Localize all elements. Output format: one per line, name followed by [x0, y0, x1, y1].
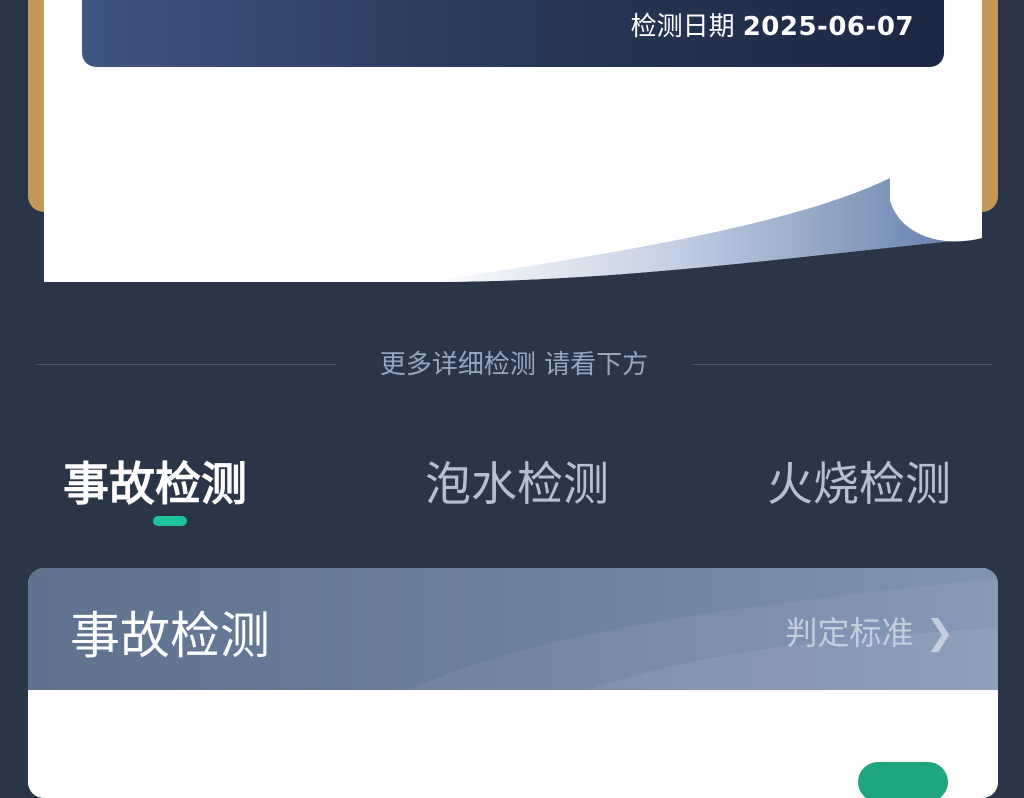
active-tab-indicator	[153, 516, 187, 526]
section-title: 事故检测	[70, 607, 270, 665]
section-body	[28, 690, 998, 798]
inspection-date-banner: 检测日期 2025-06-07	[82, 0, 944, 67]
inspection-tabs: 事故检测 泡水检测 火烧检测	[0, 440, 1024, 530]
accident-inspection-section: 事故检测 判定标准 ❯	[28, 568, 998, 798]
tab-flood-inspection[interactable]: 泡水检测	[425, 448, 609, 514]
judgment-criteria-label: 判定标准	[785, 614, 914, 652]
tab-accident-inspection[interactable]: 事故检测	[63, 448, 247, 514]
inspection-date-value: 2025-06-07	[742, 12, 914, 42]
judgment-criteria-link[interactable]: 判定标准 ❯	[785, 608, 954, 654]
inspection-date-label: 检测日期	[630, 12, 735, 42]
status-toggle[interactable]	[858, 762, 948, 798]
chevron-right-icon: ❯	[925, 613, 955, 653]
section-header: 事故检测 判定标准 ❯	[28, 568, 998, 690]
tab-fire-inspection[interactable]: 火烧检测	[767, 448, 951, 514]
divider-line-right	[692, 364, 992, 365]
more-details-text: 更多详细检测 请看下方	[379, 350, 649, 380]
more-details-divider: 更多详细检测 请看下方	[36, 340, 992, 386]
inspection-date: 检测日期 2025-06-07	[631, 6, 914, 43]
